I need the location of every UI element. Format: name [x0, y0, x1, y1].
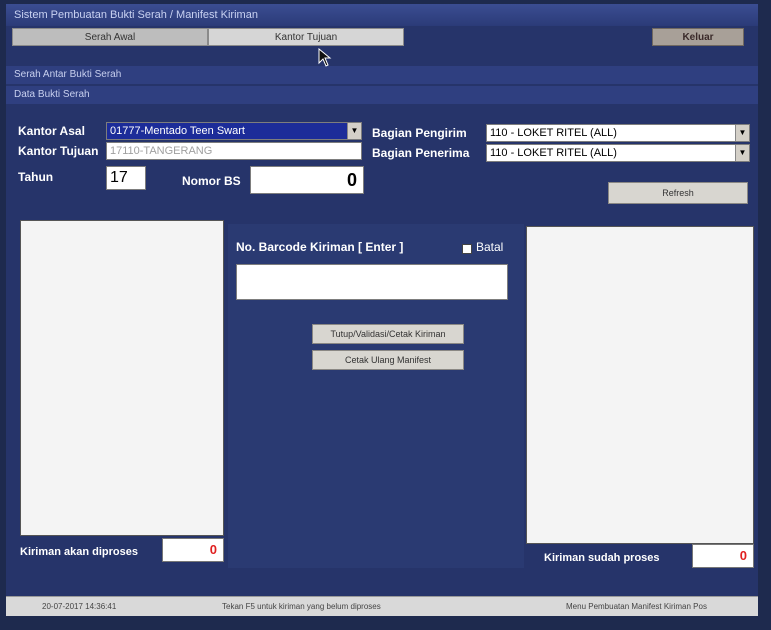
tab-serah-awal[interactable]: Serah Awal [12, 28, 208, 46]
tutup-validasi-button[interactable]: Tutup/Validasi/Cetak Kiriman [312, 324, 464, 344]
bagian-penerima-value: 110 - LOKET RITEL (ALL) [490, 147, 617, 159]
window-title: Sistem Pembuatan Bukti Serah / Manifest … [6, 4, 758, 26]
refresh-button[interactable]: Refresh [608, 182, 748, 204]
status-bar: 20-07-2017 14:36:41 Tekan F5 untuk kirim… [6, 596, 758, 616]
kantor-asal-value: 01777-Mentado Teen Swart [110, 125, 245, 137]
nomor-bs-label: Nomor BS [182, 174, 241, 188]
tahun-field[interactable]: 17 [106, 166, 146, 190]
batal-checkbox[interactable] [462, 244, 472, 254]
tahun-label: Tahun [18, 170, 54, 184]
tab-strip: Serah Awal Kantor Tujuan Keluar [6, 26, 758, 48]
tab-kantor-tujuan[interactable]: Kantor Tujuan [208, 28, 404, 46]
nomor-bs-field[interactable]: 0 [250, 166, 364, 194]
main-window: Sistem Pembuatan Bukti Serah / Manifest … [6, 4, 758, 610]
chevron-down-icon[interactable]: ▼ [735, 145, 749, 161]
bagian-penerima-select[interactable]: 110 - LOKET RITEL (ALL) ▼ [486, 144, 750, 162]
section-subhead-2: Data Bukti Serah [6, 86, 758, 104]
processed-list[interactable] [526, 226, 754, 544]
section-subhead-1: Serah Antar Bukti Serah [6, 66, 758, 84]
chevron-down-icon[interactable]: ▼ [735, 125, 749, 141]
pending-list[interactable] [20, 220, 224, 536]
chevron-down-icon[interactable]: ▼ [347, 123, 361, 139]
mouse-cursor-icon [318, 48, 332, 67]
bagian-pengirim-label: Bagian Pengirim [372, 126, 467, 140]
status-app: Menu Pembuatan Manifest Kiriman Pos [566, 602, 707, 611]
barcode-label: No. Barcode Kiriman [ Enter ] [236, 240, 404, 254]
keluar-button[interactable]: Keluar [652, 28, 744, 46]
sudah-proses-count: 0 [692, 544, 754, 568]
akan-diproses-count: 0 [162, 538, 224, 562]
barcode-panel: No. Barcode Kiriman [ Enter ] Batal Tutu… [228, 224, 524, 568]
kantor-asal-label: Kantor Asal [18, 124, 85, 138]
bagian-pengirim-value: 110 - LOKET RITEL (ALL) [490, 127, 617, 139]
kantor-tujuan-label: Kantor Tujuan [18, 144, 99, 158]
sudah-proses-label: Kiriman sudah proses [544, 552, 660, 564]
batal-label: Batal [476, 240, 504, 254]
bagian-penerima-label: Bagian Penerima [372, 146, 470, 160]
kantor-asal-select[interactable]: 01777-Mentado Teen Swart ▼ [106, 122, 362, 140]
kantor-tujuan-field: 17110-TANGERANG [106, 142, 362, 160]
barcode-input[interactable] [236, 264, 508, 300]
akan-diproses-label: Kiriman akan diproses [20, 546, 138, 558]
status-datetime: 20-07-2017 14:36:41 [42, 602, 117, 611]
status-message: Tekan F5 untuk kiriman yang belum dipros… [222, 602, 381, 611]
bagian-pengirim-select[interactable]: 110 - LOKET RITEL (ALL) ▼ [486, 124, 750, 142]
cetak-ulang-button[interactable]: Cetak Ulang Manifest [312, 350, 464, 370]
form-area: Kantor Asal 01777-Mentado Teen Swart ▼ K… [6, 112, 758, 218]
